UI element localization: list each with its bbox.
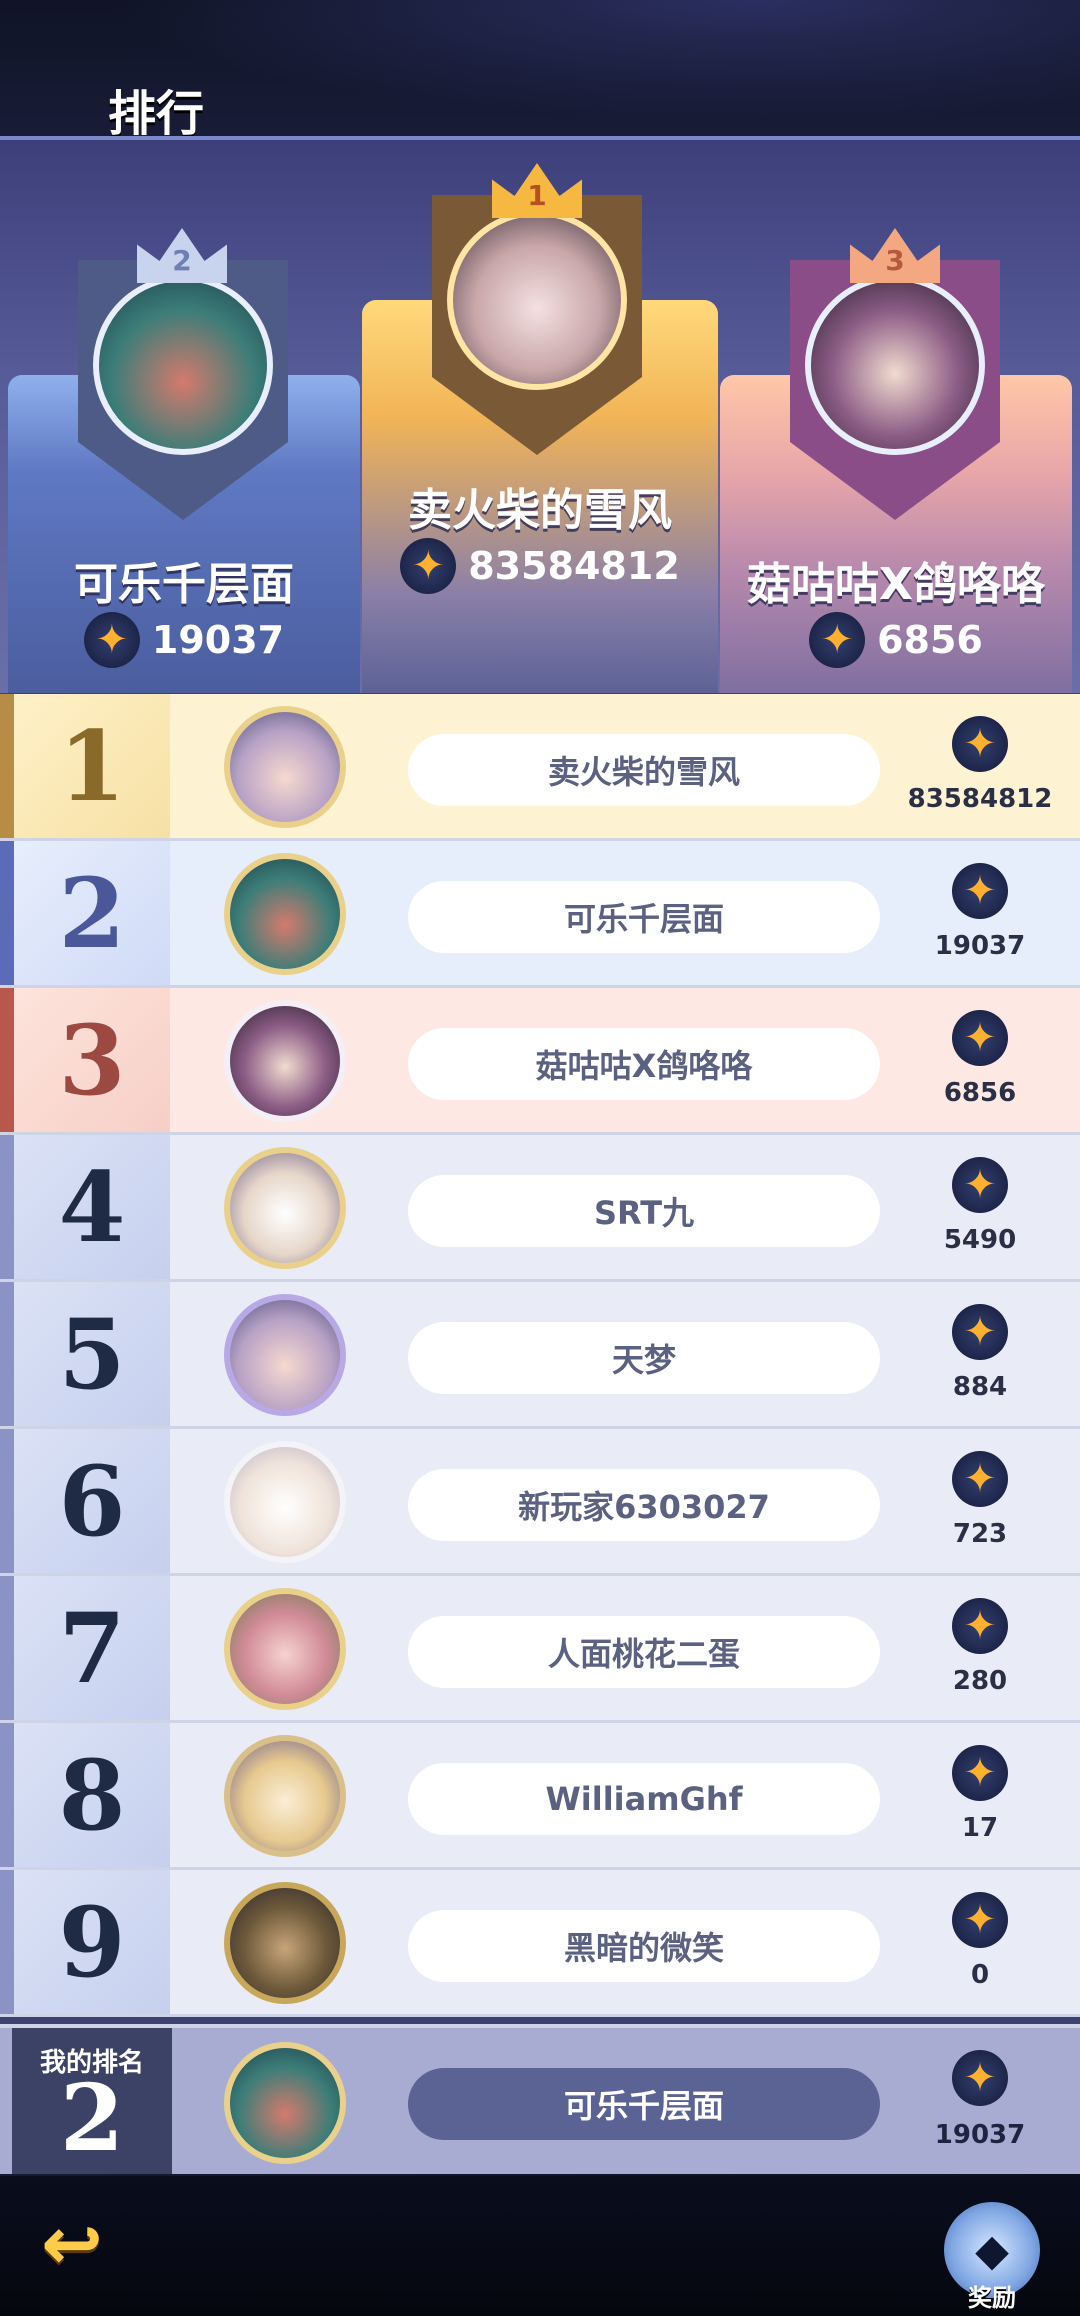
- star-coin-icon: ✦: [952, 2050, 1008, 2106]
- player-name: 可乐千层面: [408, 881, 880, 953]
- player-name: 菇咕咕X鸽咯咯: [408, 1028, 880, 1100]
- avatar[interactable]: [224, 2042, 346, 2164]
- avatar[interactable]: [224, 1441, 346, 1563]
- player-score: 723: [952, 1519, 1008, 1549]
- podium-score-3: ✦ 6856: [720, 612, 1072, 668]
- avatar[interactable]: [224, 1882, 346, 2004]
- star-coin-icon: ✦: [952, 716, 1008, 772]
- player-name: 人面桃花二蛋: [408, 1616, 880, 1688]
- star-coin-icon: ✦: [83, 612, 140, 668]
- row-stripe: [0, 1723, 14, 1867]
- rank-number: 7: [58, 1591, 126, 1705]
- list-item[interactable]: 8 WilliamGhf ✦ 17: [0, 1723, 1080, 1870]
- player-score: 280: [952, 1666, 1008, 1696]
- player-name: 卖火柴的雪风: [408, 734, 880, 806]
- rank-number: 3: [58, 1003, 126, 1117]
- rank-number: 9: [58, 1885, 126, 1999]
- back-arrow-icon[interactable]: ↩: [28, 2200, 116, 2288]
- row-stripe: [0, 1870, 14, 2014]
- diamond-icon: ◆: [975, 2224, 1009, 2276]
- row-stripe: [0, 841, 14, 985]
- my-rank-number: 2: [59, 2064, 124, 2172]
- avatar[interactable]: [224, 853, 346, 975]
- rank-number: 4: [58, 1150, 126, 1264]
- avatar[interactable]: [224, 1000, 346, 1122]
- list-item[interactable]: 3 菇咕咕X鸽咯咯 ✦ 6856: [0, 988, 1080, 1135]
- star-coin-icon: ✦: [809, 612, 866, 668]
- player-score: 83584812: [907, 784, 1053, 814]
- rank-number: 6: [58, 1444, 126, 1558]
- my-player-score: 19037: [934, 2120, 1026, 2150]
- reward-label: 奖励: [968, 2284, 1016, 2312]
- star-coin-icon: ✦: [400, 538, 457, 594]
- bottom-bar: [0, 2176, 1080, 2316]
- star-coin-icon: ✦: [952, 1010, 1008, 1066]
- podium-name-3: 菇咕咕X鸽咯咯: [747, 559, 1045, 610]
- avatar[interactable]: [224, 1294, 346, 1416]
- avatar[interactable]: [224, 706, 346, 828]
- podium-place-2: 2: [172, 244, 192, 277]
- player-score: 0: [970, 1960, 990, 1990]
- list-item[interactable]: 4 SRT九 ✦ 5490: [0, 1135, 1080, 1282]
- my-player-name: 可乐千层面: [408, 2068, 880, 2140]
- avatar[interactable]: [224, 1588, 346, 1710]
- podium-name-1: 卖火柴的雪风: [408, 485, 672, 536]
- player-score: 5490: [943, 1225, 1017, 1255]
- list-item[interactable]: 9 黑暗的微笑 ✦ 0: [0, 1870, 1080, 2017]
- page-title: 排行: [108, 86, 205, 142]
- player-score: 884: [952, 1372, 1008, 1402]
- player-name: 新玩家6303027: [408, 1469, 880, 1541]
- star-coin-icon: ✦: [952, 1451, 1008, 1507]
- player-score: 6856: [943, 1078, 1017, 1108]
- podium-avatar-3[interactable]: [805, 275, 985, 455]
- podium-score-value-1: 83584812: [468, 544, 680, 588]
- player-name: 天梦: [408, 1322, 880, 1394]
- avatar[interactable]: [224, 1147, 346, 1269]
- player-name: 黑暗的微笑: [408, 1910, 880, 1982]
- podium-score-2: ✦ 19037: [8, 612, 360, 668]
- list-item[interactable]: 7 人面桃花二蛋 ✦ 280: [0, 1576, 1080, 1723]
- row-stripe: [0, 1576, 14, 1720]
- star-coin-icon: ✦: [952, 863, 1008, 919]
- rank-number: 8: [58, 1738, 126, 1852]
- row-stripe: [0, 694, 14, 838]
- row-stripe: [0, 988, 14, 1132]
- star-coin-icon: ✦: [952, 1598, 1008, 1654]
- player-score: 17: [961, 1813, 999, 1843]
- list-item[interactable]: 1 卖火柴的雪风 ✦ 83584812: [0, 694, 1080, 841]
- star-coin-icon: ✦: [952, 1892, 1008, 1948]
- podium-place-1: 1: [527, 179, 547, 212]
- list-item[interactable]: 5 天梦 ✦ 884: [0, 1282, 1080, 1429]
- ranking-list[interactable]: 1 卖火柴的雪风 ✦ 83584812 2 可乐千层面 ✦ 19037 3 菇咕…: [0, 694, 1080, 2017]
- list-item[interactable]: 2 可乐千层面 ✦ 19037: [0, 841, 1080, 988]
- podium-score-1: ✦ 83584812: [362, 538, 718, 594]
- avatar[interactable]: [224, 1735, 346, 1857]
- player-name: SRT九: [408, 1175, 880, 1247]
- star-coin-icon: ✦: [952, 1745, 1008, 1801]
- rank-number: 1: [58, 709, 126, 823]
- podium-place-3: 3: [885, 244, 905, 277]
- star-coin-icon: ✦: [952, 1304, 1008, 1360]
- podium-name-2: 可乐千层面: [74, 559, 294, 610]
- rank-number: 2: [58, 856, 126, 970]
- row-stripe: [0, 1282, 14, 1426]
- podium-score-value-2: 19037: [151, 618, 285, 662]
- rank-number: 5: [58, 1297, 126, 1411]
- podium-score-value-3: 6856: [877, 618, 983, 662]
- my-rank-row[interactable]: 我的排名 2 可乐千层面 ✦ 19037: [0, 2024, 1080, 2174]
- row-stripe: [0, 1429, 14, 1573]
- player-name: WilliamGhf: [408, 1763, 880, 1835]
- podium-avatar-2[interactable]: [93, 275, 273, 455]
- row-stripe: [0, 1135, 14, 1279]
- podium-avatar-1[interactable]: [447, 210, 627, 390]
- star-coin-icon: ✦: [952, 1157, 1008, 1213]
- list-item[interactable]: 6 新玩家6303027 ✦ 723: [0, 1429, 1080, 1576]
- player-score: 19037: [934, 931, 1026, 961]
